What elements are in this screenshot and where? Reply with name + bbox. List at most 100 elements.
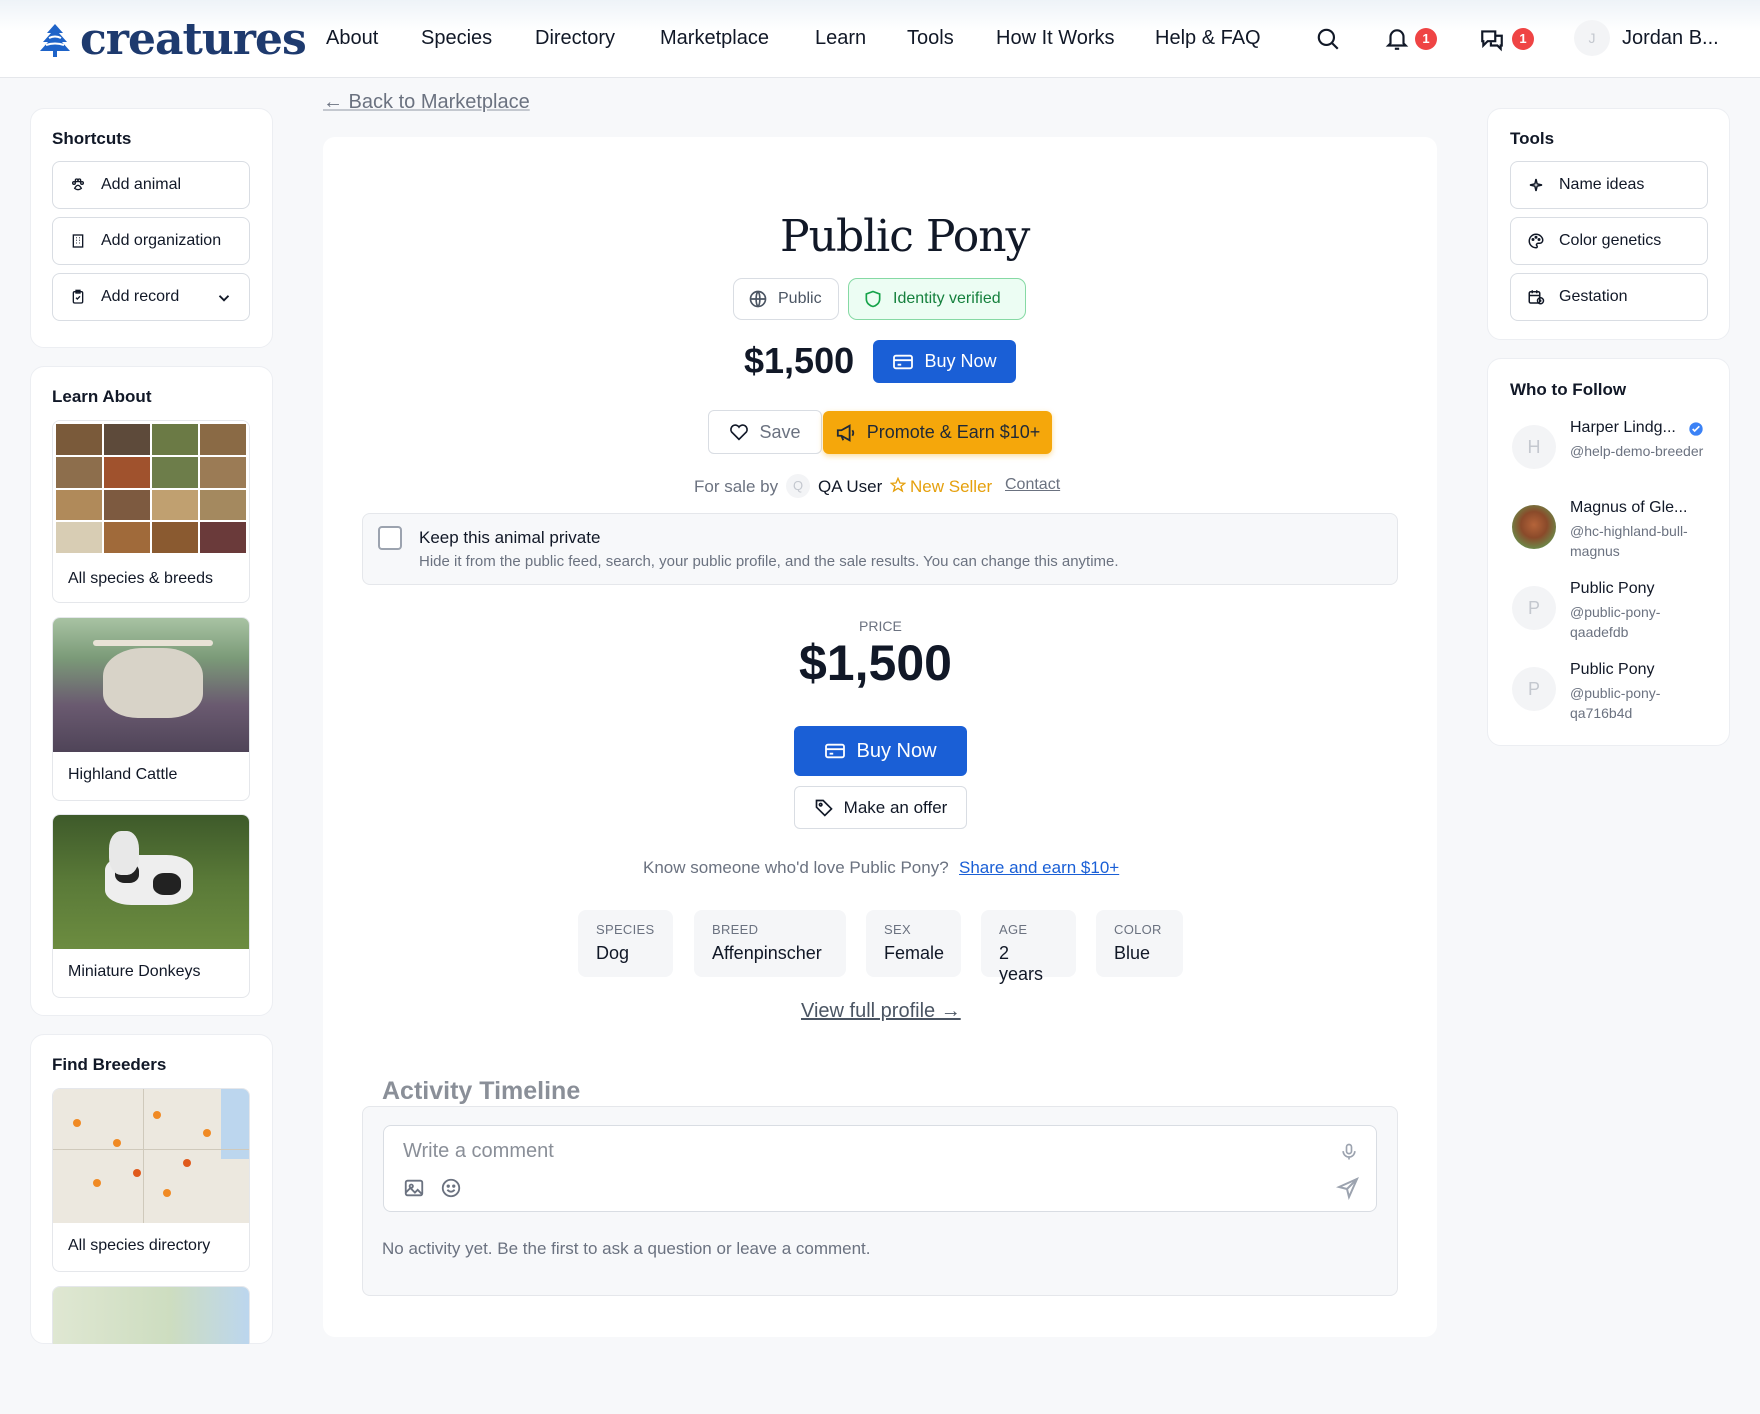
keep-private-description: Hide it from the public feed, search, yo… xyxy=(419,553,1119,570)
activity-empty-text: No activity yet. Be the first to ask a q… xyxy=(382,1239,871,1258)
seller-avatar[interactable]: Q xyxy=(786,474,810,498)
listing-title: Public Pony xyxy=(780,211,1030,262)
nav-directory[interactable]: Directory xyxy=(535,27,615,50)
attribute-color: COLOR Blue xyxy=(1096,910,1183,977)
follow-suggestion[interactable]: P Public Pony @public-pony-qa716b4d xyxy=(1512,661,1712,731)
add-record-button[interactable]: Add record xyxy=(52,273,250,321)
chevron-down-icon[interactable] xyxy=(215,289,233,307)
gestation-label: Gestation xyxy=(1559,288,1628,305)
star-icon xyxy=(890,477,906,493)
logo[interactable]: creatures xyxy=(38,14,307,65)
emoji-icon[interactable] xyxy=(440,1177,462,1199)
find-breeders-title: Find Breeders xyxy=(52,1055,167,1074)
nav-learn[interactable]: Learn xyxy=(815,27,866,50)
attribute-breed: BREED Affenpinscher xyxy=(694,910,846,977)
breeder-map-image-2 xyxy=(53,1287,249,1344)
credit-card-icon xyxy=(824,742,846,760)
learn-card-label: Miniature Donkeys xyxy=(68,963,201,980)
avatar[interactable] xyxy=(1512,505,1556,549)
who-to-follow-title: Who to Follow xyxy=(1510,380,1627,399)
promote-earn-button[interactable]: Promote & Earn $10+ xyxy=(823,411,1052,454)
learn-card-miniature-donkeys[interactable]: Miniature Donkeys xyxy=(52,814,250,998)
view-full-profile-link[interactable]: View full profile → xyxy=(801,1000,961,1023)
avatar[interactable]: P xyxy=(1512,667,1556,711)
keep-private-checkbox[interactable] xyxy=(378,526,402,550)
globe-icon xyxy=(748,289,768,309)
user-name[interactable]: Jordan B... xyxy=(1622,27,1719,50)
nav-help-faq[interactable]: Help & FAQ xyxy=(1155,27,1261,50)
comment-input[interactable]: Write a comment xyxy=(403,1140,554,1163)
share-earn-link[interactable]: Share and earn $10+ xyxy=(959,858,1119,878)
attribute-species: SPECIES Dog xyxy=(578,910,673,977)
add-animal-button[interactable]: Add animal xyxy=(52,161,250,209)
attribute-value: Female xyxy=(884,943,945,963)
bell-icon[interactable] xyxy=(1384,26,1410,52)
breeder-map-card[interactable]: All species directory xyxy=(52,1088,250,1272)
avatar[interactable]: H xyxy=(1512,425,1556,469)
comment-box[interactable] xyxy=(383,1125,1377,1212)
attribute-age: AGE 2 years xyxy=(981,910,1076,984)
search-icon[interactable] xyxy=(1315,26,1341,52)
save-button[interactable]: Save xyxy=(708,410,822,454)
gestation-button[interactable]: Gestation xyxy=(1510,273,1708,321)
keep-private-box xyxy=(362,513,1398,585)
for-sale-by-label: For sale by xyxy=(694,477,779,496)
image-upload-icon[interactable] xyxy=(403,1177,425,1199)
shield-icon xyxy=(863,289,883,309)
species-grid-image xyxy=(53,421,249,556)
attribute-value: Dog xyxy=(596,943,630,963)
calendar-clock-icon xyxy=(1527,288,1545,306)
follow-name[interactable]: Public Pony xyxy=(1570,661,1655,679)
learn-card-all-species[interactable]: All species & breeds xyxy=(52,420,250,603)
heart-icon xyxy=(729,423,749,441)
add-organization-button[interactable]: Add organization xyxy=(52,217,250,265)
learn-card-highland-cattle[interactable]: Highland Cattle xyxy=(52,617,250,801)
buy-now-button[interactable]: Buy Now xyxy=(794,726,967,776)
building-icon xyxy=(69,232,87,250)
identity-verified-label: Identity verified xyxy=(893,290,1001,307)
color-genetics-label: Color genetics xyxy=(1559,232,1662,249)
buy-now-label: Buy Now xyxy=(856,739,937,762)
add-record-label: Add record xyxy=(101,288,180,305)
follow-handle: @public-pony-qaadefdb xyxy=(1570,604,1661,640)
promote-earn-label: Promote & Earn $10+ xyxy=(866,422,1041,442)
add-organization-label: Add organization xyxy=(101,232,222,249)
contact-link[interactable]: Contact xyxy=(1005,476,1060,494)
color-genetics-button[interactable]: Color genetics xyxy=(1510,217,1708,265)
megaphone-icon xyxy=(835,423,857,443)
credit-card-icon xyxy=(892,353,914,371)
attribute-key: AGE xyxy=(999,922,1028,937)
send-icon[interactable] xyxy=(1336,1176,1360,1200)
back-to-marketplace-link[interactable]: ← Back to Marketplace xyxy=(323,91,530,114)
nav-species[interactable]: Species xyxy=(421,27,492,50)
attribute-key: SEX xyxy=(884,922,911,937)
follow-suggestion[interactable]: Magnus of Gle... @hc-highland-bull-magnu… xyxy=(1512,499,1712,569)
follow-suggestion[interactable]: P Public Pony @public-pony-qaadefdb xyxy=(1512,580,1712,650)
name-ideas-button[interactable]: Name ideas xyxy=(1510,161,1708,209)
save-label: Save xyxy=(759,421,801,442)
share-prompt: Know someone who'd love Public Pony? xyxy=(643,858,949,877)
identity-verified-badge: Identity verified xyxy=(848,278,1026,320)
follow-name[interactable]: Magnus of Gle... xyxy=(1570,499,1687,517)
buy-now-top-button[interactable]: Buy Now xyxy=(873,340,1016,383)
user-avatar[interactable]: J xyxy=(1574,20,1610,56)
microphone-icon[interactable] xyxy=(1339,1142,1359,1162)
breeder-map-card-2[interactable] xyxy=(52,1286,250,1344)
learn-about-title: Learn About xyxy=(52,387,152,406)
attribute-key: BREED xyxy=(712,922,759,937)
attribute-sex: SEX Female xyxy=(866,910,961,977)
messages-icon[interactable] xyxy=(1479,26,1505,52)
breeder-map-label: All species directory xyxy=(68,1237,211,1254)
follow-suggestion[interactable]: H Harper Lindg... @help-demo-breeder xyxy=(1512,419,1712,489)
nav-about[interactable]: About xyxy=(326,27,378,50)
avatar[interactable]: P xyxy=(1512,586,1556,630)
attribute-value: Blue xyxy=(1114,943,1151,963)
messages-badge: 1 xyxy=(1512,28,1534,50)
nav-tools[interactable]: Tools xyxy=(907,27,954,50)
nav-marketplace[interactable]: Marketplace xyxy=(660,27,769,50)
follow-name[interactable]: Public Pony xyxy=(1570,580,1655,598)
make-offer-button[interactable]: Make an offer xyxy=(794,786,967,829)
nav-how-it-works[interactable]: How It Works xyxy=(996,27,1115,50)
seller-name[interactable]: QA User xyxy=(818,477,882,497)
follow-name[interactable]: Harper Lindg... xyxy=(1570,419,1676,437)
